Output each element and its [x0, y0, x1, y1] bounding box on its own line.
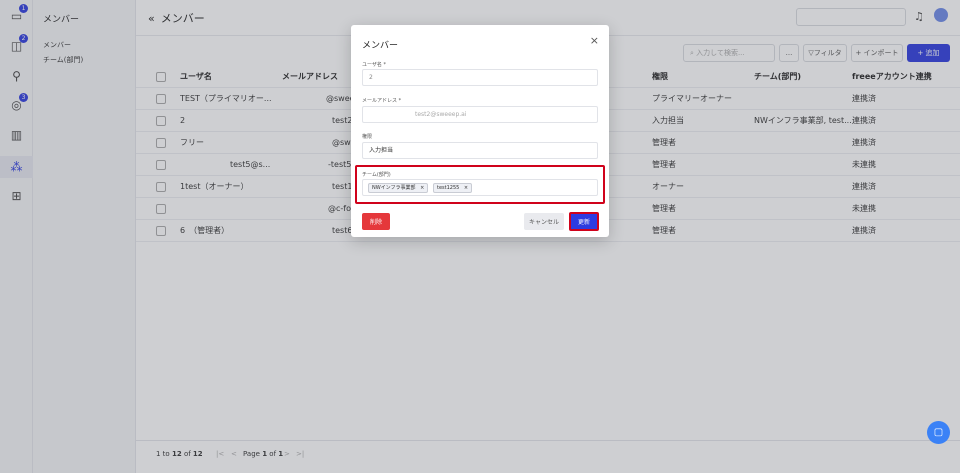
username-field[interactable]: 2 — [362, 69, 598, 86]
team-chip-label: NWインフラ事業部 — [372, 185, 416, 191]
email-label: メールアドレス * — [362, 98, 402, 104]
team-chip-label: test1255 — [437, 185, 460, 191]
role-label: 権限 — [362, 134, 373, 140]
team-label: チーム(部門) — [362, 172, 391, 178]
update-button[interactable]: 更新 — [569, 212, 599, 231]
team-chip: test1255 × — [433, 183, 473, 193]
cancel-button[interactable]: キャンセル — [524, 213, 564, 230]
username-label: ユーザ名 * — [362, 62, 386, 68]
chip-remove-icon[interactable]: × — [464, 185, 468, 191]
team-multiselect[interactable]: NWインフラ事業部 × test1255 × — [362, 179, 598, 196]
delete-button[interactable]: 削除 — [362, 213, 390, 230]
role-select[interactable]: 入力担当 — [362, 142, 598, 159]
team-chip: NWインフラ事業部 × — [368, 183, 429, 193]
modal-title: メンバー — [362, 41, 399, 51]
chip-remove-icon[interactable]: × — [420, 185, 424, 191]
chat-icon[interactable]: ▢ — [927, 421, 950, 444]
email-field[interactable]: test2@sweeep.ai — [362, 106, 598, 123]
close-icon[interactable]: × — [590, 34, 599, 47]
member-edit-modal: メンバー × ユーザ名 * 2 メールアドレス * test2@sweeep.a… — [351, 25, 609, 237]
